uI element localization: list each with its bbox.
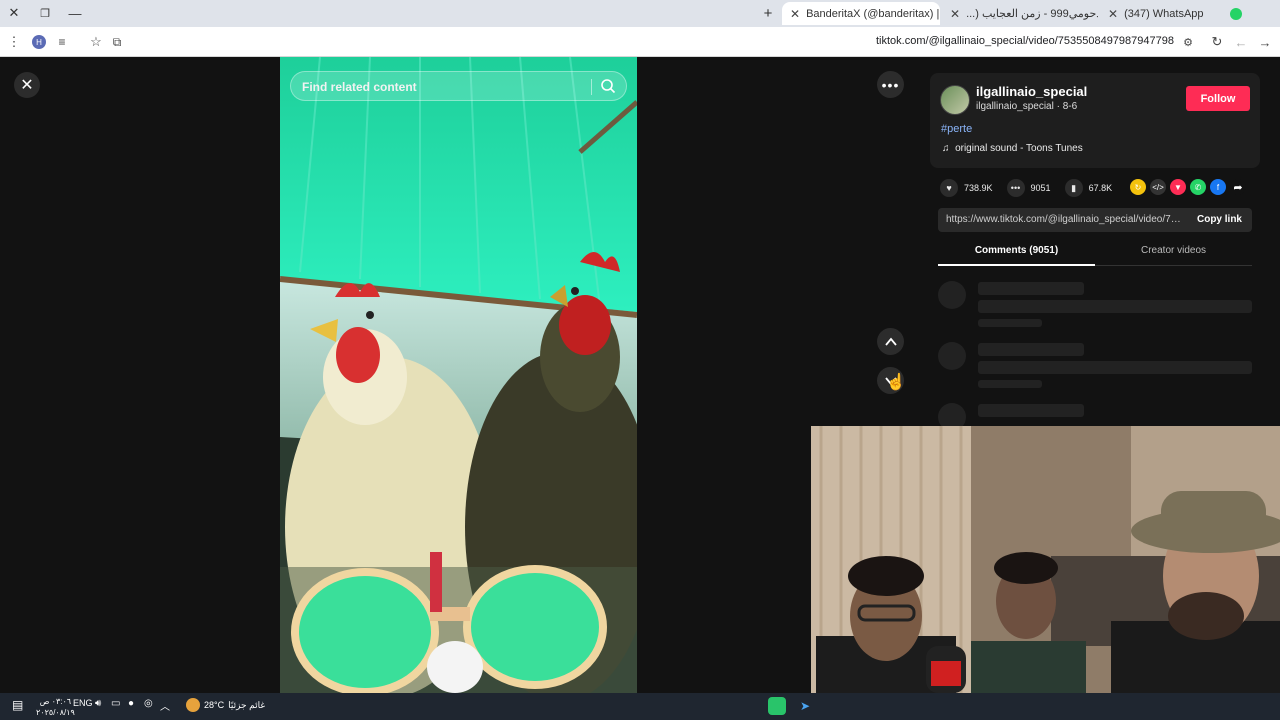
window-restore-icon[interactable]: ❐ [36, 4, 54, 22]
tab-label: (347) WhatsApp [1124, 7, 1204, 20]
heart-icon: ♥ [940, 179, 958, 197]
comment-skeleton-avatar [938, 281, 966, 309]
comment-skeleton-line [978, 300, 1252, 313]
profile-avatar[interactable]: H [30, 33, 48, 51]
taskbar-app-icon[interactable]: ➤ [800, 699, 810, 713]
microphone-icon[interactable]: ● [128, 698, 134, 709]
reading-list-icon[interactable]: ≡ [53, 33, 71, 51]
chevron-up-icon[interactable]: ︿ [160, 698, 170, 713]
tab-label: BanderitaX (@banderitax) | ... [806, 7, 940, 20]
hand-cursor-icon: ☝ [886, 374, 906, 391]
tab-close-icon[interactable]: ✕ [790, 7, 800, 21]
search-icon[interactable] [600, 78, 616, 94]
like-stat[interactable]: ♥ 738.9K [940, 179, 993, 197]
weather-widget[interactable]: 28°C غائم جزئيًا [186, 698, 265, 712]
repost-icon[interactable]: ↻ [1130, 179, 1146, 195]
tab-close-icon[interactable]: ✕ [1108, 7, 1118, 21]
window-minimize-icon[interactable]: — [66, 4, 84, 22]
close-icon[interactable]: ✕ [14, 72, 40, 98]
send-icon[interactable]: ▼ [1170, 179, 1186, 195]
comment-skeleton-line [978, 282, 1084, 295]
clock[interactable]: ٠٣:٠٦ ص ٢٠٢٥/٠٨/١٩ [36, 696, 75, 718]
save-count: 67.8K [1088, 183, 1113, 193]
network-icon[interactable]: ▭ [111, 698, 120, 709]
video-viewer: ✕ Find related content ••• ☝ [0, 57, 918, 693]
share-link-box: https://www.tiktok.com/@ilgallinaio_spec… [938, 208, 1252, 232]
video-player[interactable] [280, 57, 637, 693]
window-close-icon[interactable]: ✕ [5, 4, 23, 22]
comment-skeleton-line [978, 361, 1252, 374]
webcam-overlay [811, 426, 1280, 693]
search-placeholder: Find related content [302, 80, 417, 94]
tab-creator-videos[interactable]: Creator videos [1095, 245, 1252, 256]
site-settings-icon[interactable]: ⚙ [1179, 33, 1197, 51]
more-icon[interactable]: ••• [877, 71, 904, 98]
tab-tiktok-active[interactable]: ✕ BanderitaX (@banderitax) | ... [782, 2, 940, 25]
comment-skeleton-line [978, 343, 1084, 356]
share-icons: ↻ </> ▼ ✆ f ➦ [1130, 179, 1246, 195]
follow-button[interactable]: Follow [1186, 86, 1250, 111]
share-link-url[interactable]: https://www.tiktok.com/@ilgallinaio_spec… [946, 214, 1184, 225]
bookmark-icon: ▮ [1064, 179, 1083, 197]
previous-video-button[interactable] [877, 328, 904, 355]
creator-subline: ilgallinaio_special · 8-6 [976, 101, 1078, 112]
whatsapp-favicon-icon [1230, 7, 1242, 20]
address-bar: ⋮ H ≡ ☆ ⧉ tiktok.com/@ilgallinaio_specia… [0, 27, 1280, 57]
install-app-icon[interactable]: ⧉ [108, 33, 126, 51]
creator-card: ilgallinaio_special ilgallinaio_special … [930, 73, 1260, 168]
back-icon[interactable]: → [1256, 33, 1274, 51]
creator-avatar[interactable] [940, 85, 970, 115]
save-stat[interactable]: ▮ 67.8K [1064, 179, 1113, 197]
menu-kebab-icon[interactable]: ⋮ [5, 33, 23, 51]
clock-time: ٠٣:٠٦ ص [39, 697, 72, 706]
facebook-icon[interactable]: f [1210, 179, 1226, 195]
notification-icon[interactable]: ▤ [12, 698, 23, 712]
bookmark-star-icon[interactable]: ☆ [87, 33, 105, 51]
comment-tabs: Comments (9051) Creator videos [938, 241, 1252, 266]
comment-count: 9051 [1030, 183, 1051, 193]
comment-skeleton-line [978, 319, 1042, 327]
stats-row: ♥ 738.9K ••• 9051 ▮ 67.8K [940, 179, 1126, 197]
tab-label: (1) دحومي999 - زمن العجايب (... [966, 8, 1098, 20]
comment-skeleton-line [978, 380, 1042, 388]
sound-row[interactable]: ♫ original sound - Toons Tunes [942, 143, 1083, 154]
chevron-up-icon [884, 337, 897, 346]
share-arrow-icon[interactable]: ➦ [1230, 179, 1246, 195]
tab-youtube[interactable]: ✕ (1) دحومي999 - زمن العجايب (... [942, 2, 1098, 25]
clock-date: ٢٠٢٥/٠٨/١٩ [36, 708, 75, 717]
tab-whatsapp[interactable]: ✕ (347) WhatsApp [1100, 2, 1250, 25]
new-tab-button[interactable]: + [759, 4, 777, 22]
webcam-feed-image [811, 426, 1280, 693]
copy-link-button[interactable]: Copy link [1197, 214, 1242, 225]
reload-icon[interactable]: ↻ [1208, 33, 1226, 51]
comment-skeleton-avatar [938, 342, 966, 370]
creator-username[interactable]: ilgallinaio_special [976, 84, 1087, 99]
comment-stat[interactable]: ••• 9051 [1006, 179, 1051, 197]
browser-tab-bar: ✕ ❐ — ✕ (347) WhatsApp ✕ (1) دحومي999 - … [0, 0, 1280, 27]
whatsapp-icon[interactable]: ✆ [1190, 179, 1206, 195]
weather-temp: 28°C [204, 700, 225, 710]
comment-skeleton-line [978, 404, 1084, 417]
embed-icon[interactable]: </> [1150, 179, 1166, 195]
video-frame-chickens [280, 57, 637, 693]
volume-icon[interactable]: 🔊︎ [95, 698, 101, 709]
comment-icon: ••• [1006, 179, 1025, 197]
os-taskbar: ▤ ٠٣:٠٦ ص ٢٠٢٥/٠٨/١٩ ENG 🔊︎ ▭ ● ◎ ︿ 28°C… [0, 693, 1280, 720]
weather-icon [186, 698, 200, 712]
language-indicator[interactable]: ENG [73, 698, 93, 708]
url-field[interactable]: tiktok.com/@ilgallinaio_special/video/75… [876, 35, 1174, 47]
tab-close-icon[interactable]: ✕ [950, 7, 960, 21]
taskbar-app-icon[interactable] [768, 697, 786, 715]
camera-icon[interactable]: ◎ [144, 698, 153, 709]
forward-icon[interactable]: ← [1232, 33, 1250, 51]
music-note-icon: ♫ [942, 143, 950, 154]
weather-text: غائم جزئيًا [228, 699, 266, 710]
hashtag-link[interactable]: #perte [941, 123, 972, 135]
find-related-search[interactable]: Find related content [290, 71, 627, 101]
like-count: 738.9K [964, 183, 993, 193]
search-divider [591, 79, 592, 95]
tab-comments[interactable]: Comments (9051) [938, 245, 1095, 266]
sound-label: original sound - Toons Tunes [955, 143, 1083, 154]
